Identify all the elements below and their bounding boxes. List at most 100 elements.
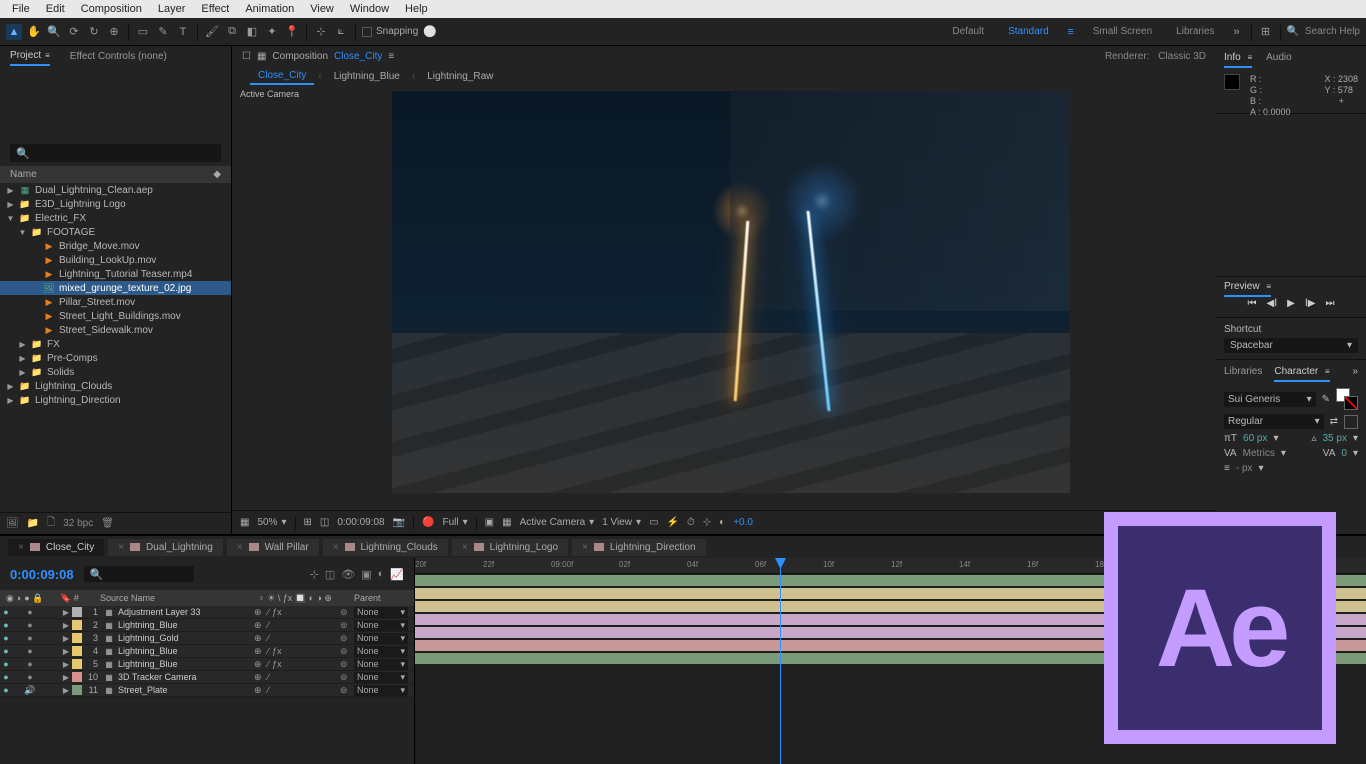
crumb-1[interactable]: Lightning_Blue [326,69,408,84]
twisty-icon[interactable]: ▶ [60,673,72,682]
search-help[interactable]: 🔍 Search Help [1287,26,1360,37]
layer-name[interactable]: 3D Tracker Camera [116,672,254,682]
parent-dropdown[interactable]: None▾ [354,685,408,696]
anchor-tool-icon[interactable]: ⊕ [106,24,122,40]
visibility-icon[interactable]: ● [0,646,12,656]
project-item[interactable]: ▶Street_Sidewalk.mov [0,323,231,337]
zoom-dropdown[interactable]: 50% ▾ [257,517,286,528]
parent-pickwhip-icon[interactable]: ⊚ [340,685,354,696]
layer-name[interactable]: Lightning_Blue [116,620,254,630]
project-item[interactable]: ▼📁FOOTAGE [0,225,231,239]
tab-libraries[interactable]: Libraries [1224,366,1262,382]
parent-dropdown[interactable]: None▾ [354,646,408,657]
tab-close-icon[interactable]: × [237,542,243,553]
resolution-grid-icon[interactable]: ⊞ [304,517,312,528]
fast-preview-icon[interactable]: ⚡ [667,517,679,528]
twisty-icon[interactable]: ▶ [60,660,72,669]
timeline-tab[interactable]: ×Wall Pillar [227,539,319,556]
parent-pickwhip-icon[interactable]: ⊚ [340,633,354,644]
twisty-icon[interactable]: ▼ [6,214,15,223]
timeline-tab[interactable]: ×Lightning_Direction [572,539,705,556]
parent-dropdown[interactable]: None▾ [354,672,408,683]
panel-overflow-icon[interactable]: » [1352,366,1358,382]
brush-tool-icon[interactable]: 🖌 [204,24,220,40]
orbit-tool-icon[interactable]: ⟳ [66,24,82,40]
type-tool-icon[interactable]: T [175,24,191,40]
parent-dropdown[interactable]: None▾ [354,620,408,631]
tab-preview[interactable]: Preview ≡ [1224,281,1271,297]
snap-options-icon[interactable]: ⚪ [422,24,438,40]
timeline-tab[interactable]: ×Lightning_Logo [452,539,568,556]
twisty-icon[interactable]: ▶ [18,340,27,349]
label-color[interactable] [72,646,82,656]
axis2-icon[interactable]: ⟀ [333,24,349,40]
project-item[interactable]: ▶Lightning_Tutorial Teaser.mp4 [0,267,231,281]
frame-blend-icon[interactable]: ▣ [361,568,371,581]
audio-icon[interactable]: 🔊 [24,685,36,696]
layer-switches[interactable]: ⊕∕ [254,685,340,696]
menu-composition[interactable]: Composition [73,1,150,17]
zoom-tool-icon[interactable]: 🔍 [46,24,62,40]
layer-switches[interactable]: ⊕∕ƒx [254,646,340,657]
layer-row[interactable]: ●🔊▶11▦Street_Plate⊕∕⊚None▾ [0,684,414,697]
twisty-icon[interactable]: ▶ [60,608,72,617]
layer-switches[interactable]: ⊕∕ƒx [254,659,340,670]
layer-switches[interactable]: ⊕∕ [254,672,340,683]
workspace-standard[interactable]: Standard [998,26,1059,37]
audio-icon[interactable]: ● [24,607,36,617]
exposure-reset-icon[interactable]: ◐ [719,517,725,528]
tab-audio[interactable]: Audio [1266,52,1292,68]
project-item[interactable]: ▼📁Electric_FX [0,211,231,225]
layer-name[interactable]: Lightning_Blue [116,646,254,656]
timeline-search-input[interactable]: 🔍 [84,566,194,582]
visibility-icon[interactable]: ● [0,659,12,669]
layer-switches[interactable]: ⊕∕ƒx [254,607,340,618]
project-tree[interactable]: ▶▦Dual_Lightning_Clean.aep▶📁E3D_Lightnin… [0,183,231,512]
tab-close-icon[interactable]: × [462,542,468,553]
visibility-icon[interactable]: ● [0,620,12,630]
playhead[interactable] [780,558,781,764]
font-size-value[interactable]: 60 px [1243,433,1267,444]
project-item[interactable]: ▶Pillar_Street.mov [0,295,231,309]
layer-name[interactable]: Lightning_Gold [116,633,254,643]
bpc-toggle[interactable]: 32 bpc [63,518,93,529]
twisty-icon[interactable]: ▶ [18,368,27,377]
motion-blur-icon[interactable]: ◐ [378,568,385,581]
tab-close-icon[interactable]: × [582,542,588,553]
next-frame-icon[interactable]: Ⅰ▶ [1305,298,1316,309]
layer-row[interactable]: ●●▶5▦Lightning_Blue⊕∕ƒx⊚None▾ [0,658,414,671]
font-family-dropdown[interactable]: Sui Generis▾ [1224,392,1316,407]
first-frame-icon[interactable]: ⏮ [1248,298,1257,309]
last-frame-icon[interactable]: ⏭ [1325,298,1334,309]
project-item[interactable]: ▶📁Lightning_Clouds [0,379,231,393]
puppet-tool-icon[interactable]: 📍 [284,24,300,40]
timeline-tab[interactable]: ×Close_City [8,539,104,556]
timeline-tab[interactable]: ×Dual_Lightning [108,539,223,556]
snapshot-icon[interactable]: 📷 [393,517,405,528]
rectangle-tool-icon[interactable]: ▭ [135,24,151,40]
parent-pickwhip-icon[interactable]: ⊚ [340,620,354,631]
project-column-header[interactable]: Name ◆ [0,166,231,183]
toggle-mask-icon[interactable]: ◫ [320,517,329,528]
project-item[interactable]: ▶▦Dual_Lightning_Clean.aep [0,183,231,197]
project-item[interactable]: 🖼mixed_grunge_texture_02.jpg [0,281,231,295]
pixel-aspect-icon[interactable]: ▭ [649,517,658,528]
workspace-small-screen[interactable]: Small Screen [1083,26,1162,37]
selection-tool-icon[interactable]: ▲ [6,24,22,40]
timeline-tab[interactable]: ×Lightning_Clouds [323,539,448,556]
composition-preview[interactable] [392,91,1070,493]
label-color[interactable] [72,633,82,643]
project-item[interactable]: ▶📁Pre-Comps [0,351,231,365]
timeline-column-headers[interactable]: ◉ ◗ ● 🔒 🔖 # Source Name ♀ ☀ \ ƒx 🔲 ◐ ◑ ⊕… [0,590,414,606]
layer-row[interactable]: ●●▶3▦Lightning_Gold⊕∕⊚None▾ [0,632,414,645]
parent-pickwhip-icon[interactable]: ⊚ [340,672,354,683]
tab-close-icon[interactable]: × [18,542,24,553]
panel-grid-icon[interactable]: ⊞ [1258,24,1274,40]
label-color[interactable] [72,620,82,630]
label-column-icon[interactable]: ◆ [213,169,221,180]
twisty-icon[interactable]: ▶ [60,621,72,630]
audio-icon[interactable]: ● [24,659,36,669]
viewer-lock-icon[interactable]: ☐ [242,51,251,62]
layer-row[interactable]: ●●▶10▦3D Tracker Camera⊕∕⊚None▾ [0,671,414,684]
layer-switches[interactable]: ⊕∕ [254,620,340,631]
